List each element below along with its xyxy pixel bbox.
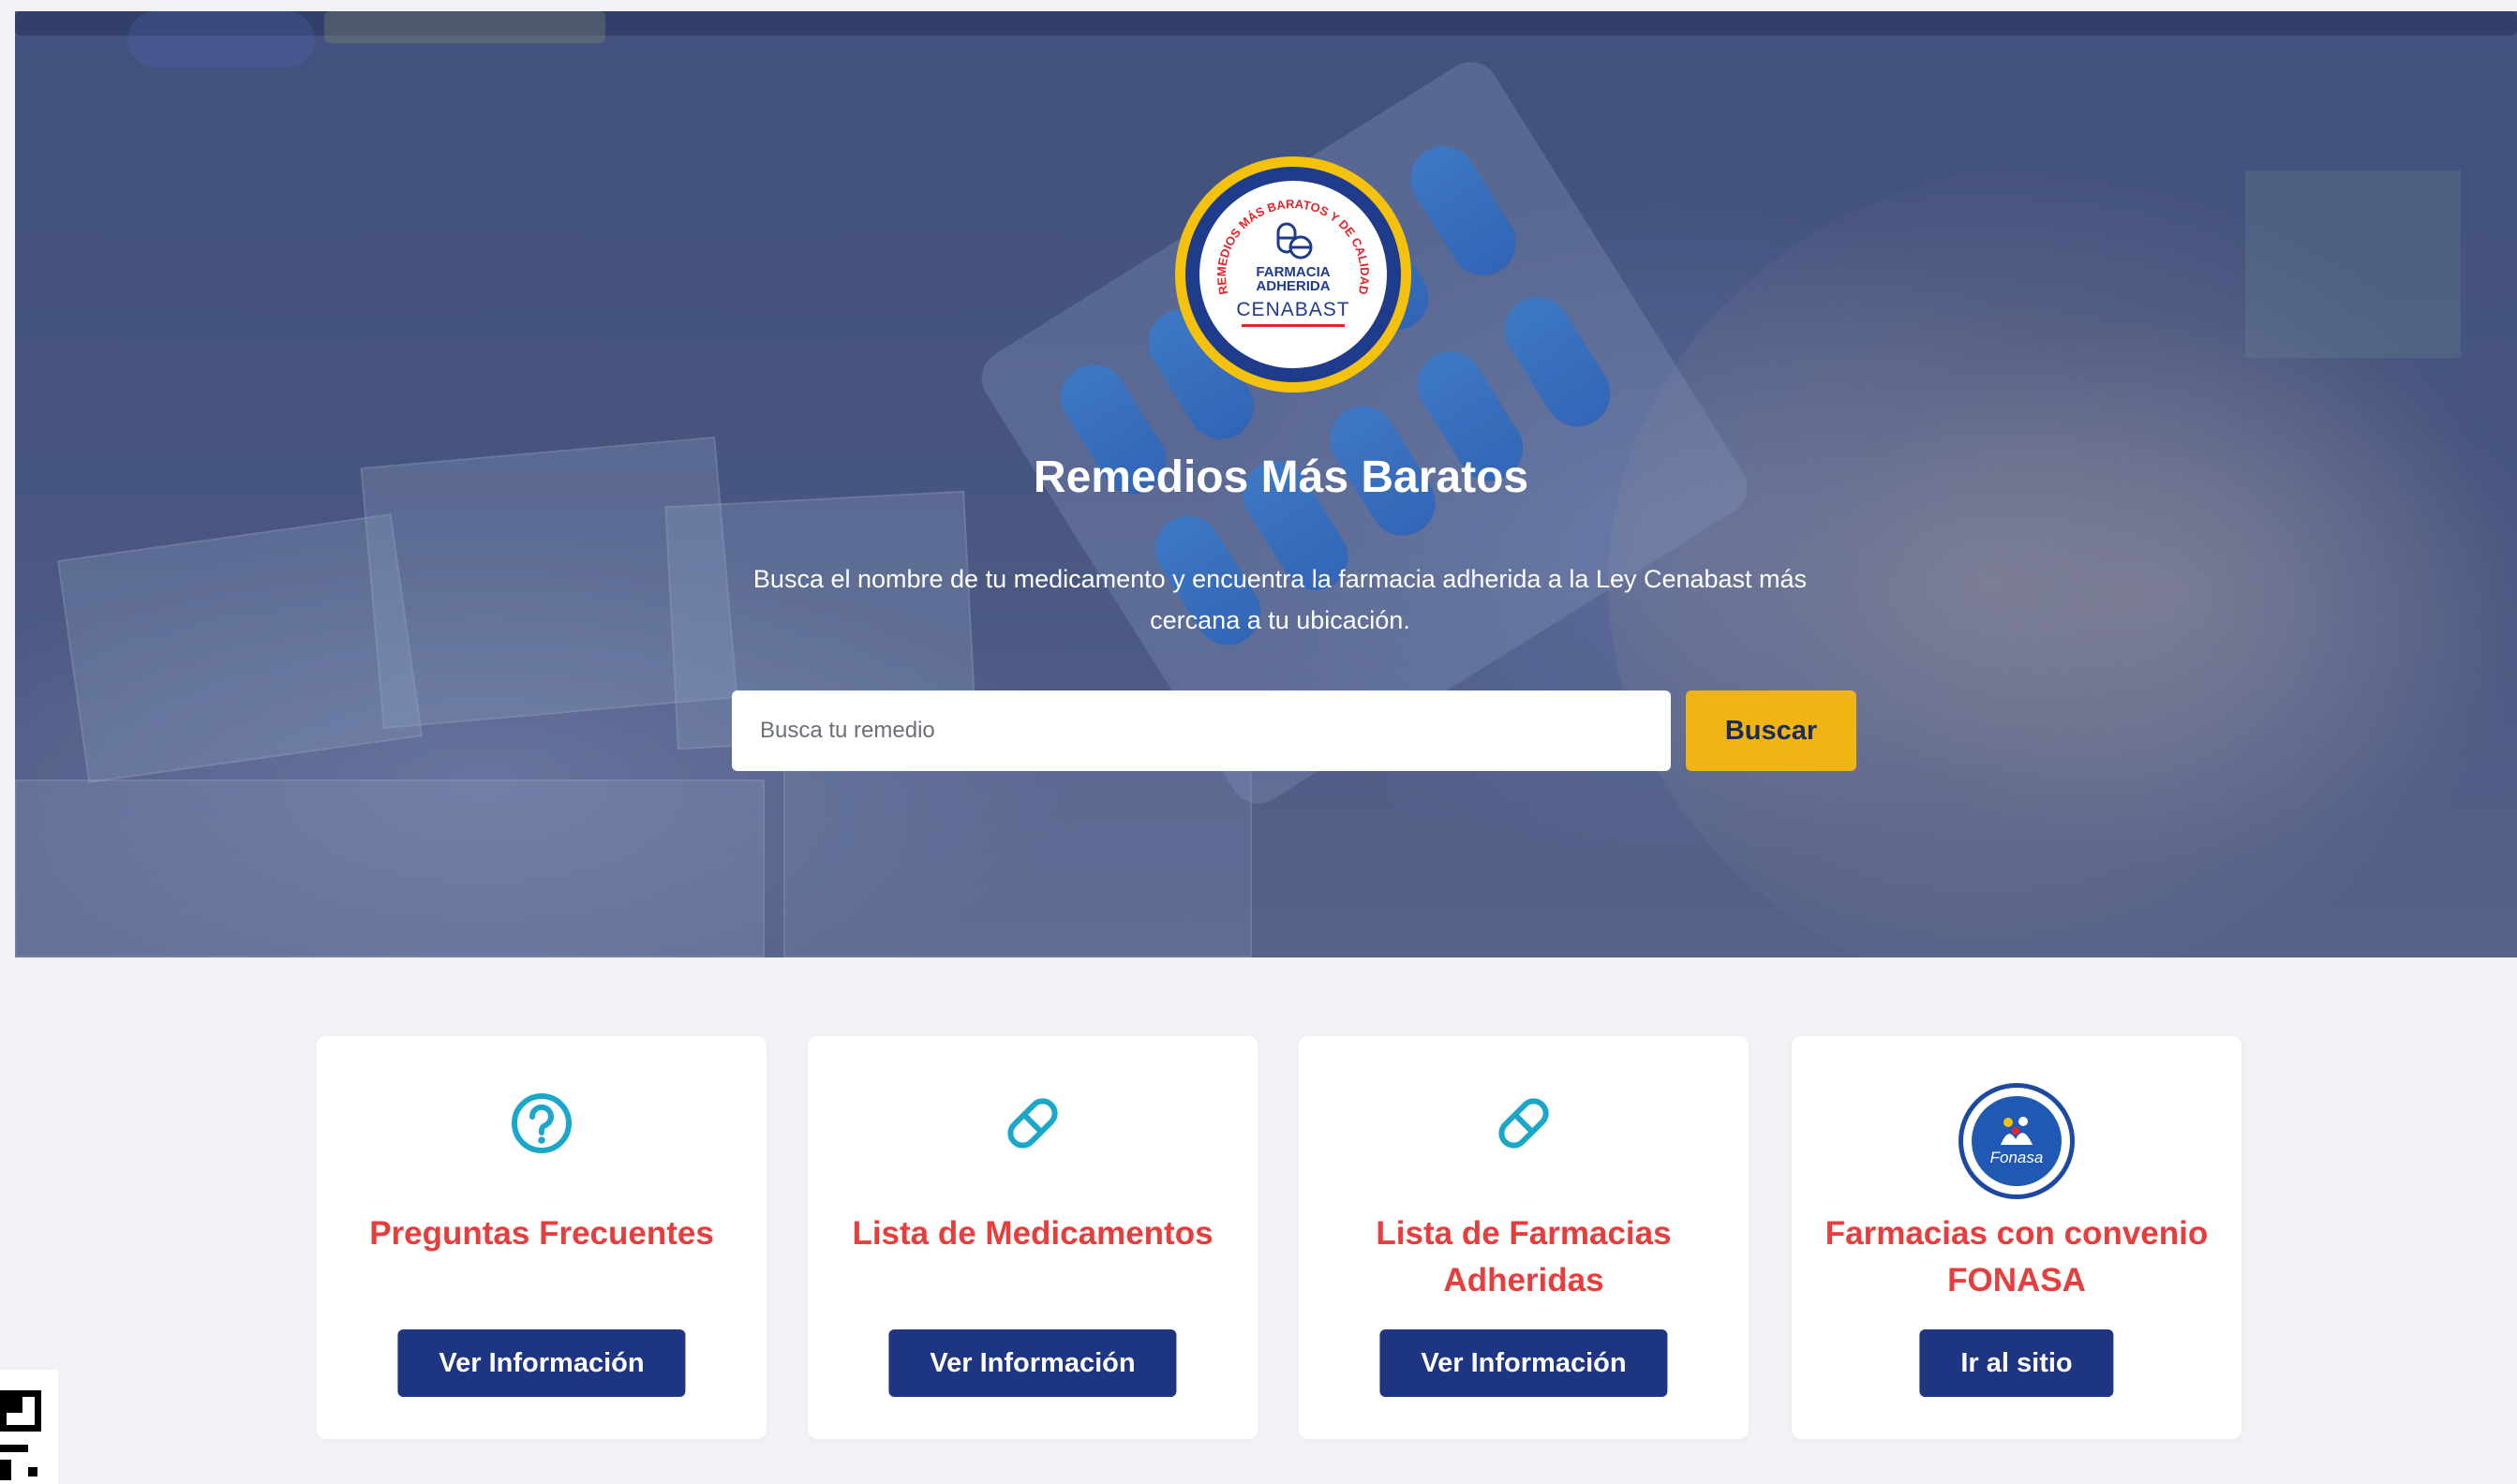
- ir-al-sitio-button[interactable]: Ir al sitio: [1919, 1329, 2114, 1397]
- qr-module: [28, 1467, 37, 1477]
- card-preguntas-frecuentes: Preguntas Frecuentes Ver Información: [317, 1036, 767, 1439]
- hero-description: Busca el nombre de tu medicamento y encu…: [752, 565, 1808, 634]
- card-icon-wrap: [317, 1091, 767, 1184]
- quick-links: Preguntas Frecuentes Ver Información Lis…: [317, 1036, 2241, 1439]
- qr-code: [0, 1370, 58, 1484]
- qr-finder-core: [6, 1396, 22, 1413]
- ver-informacion-button[interactable]: Ver Información: [1379, 1329, 1668, 1397]
- family-icon: [2001, 1117, 2033, 1145]
- logo-ring: REMEDIOS MÁS BARATOS Y DE CALIDAD FARMAC…: [1185, 167, 1401, 382]
- card-icon-wrap: Fonasa: [1792, 1083, 2241, 1199]
- qr-module: [0, 1460, 11, 1480]
- card-title: Preguntas Frecuentes: [369, 1215, 714, 1252]
- ver-informacion-button[interactable]: Ver Información: [397, 1329, 686, 1397]
- question-circle-icon: [512, 1093, 572, 1153]
- pill-icon: [1007, 1098, 1058, 1149]
- fonasa-logo-text: Fonasa: [1989, 1149, 2044, 1166]
- search-button[interactable]: Buscar: [1686, 690, 1856, 771]
- card-icon-wrap: [808, 1091, 1258, 1184]
- card-lista-farmacias: Lista de Farmacias Adheridas Ver Informa…: [1299, 1036, 1749, 1439]
- search-bar: Buscar: [732, 690, 1856, 771]
- hero-title: Remedios Más Baratos: [1033, 453, 1529, 502]
- qr-module: [0, 1445, 28, 1452]
- card-title: Lista de Medicamentos: [852, 1215, 1214, 1252]
- fonasa-logo: Fonasa: [1958, 1083, 2075, 1199]
- logo-arc-label: REMEDIOS MÁS BARATOS Y DE CALIDAD: [1214, 197, 1372, 296]
- ver-informacion-button[interactable]: Ver Información: [888, 1329, 1177, 1397]
- fonasa-logo-inner: Fonasa: [1972, 1096, 2062, 1186]
- card-farmacias-fonasa: Fonasa Farmacias con convenio FONASA Ir …: [1792, 1036, 2241, 1439]
- card-icon-wrap: [1299, 1091, 1749, 1184]
- card-lista-medicamentos: Lista de Medicamentos Ver Información: [808, 1036, 1258, 1439]
- logo-arc-text: REMEDIOS MÁS BARATOS Y DE CALIDAD: [1214, 197, 1372, 296]
- pill-icon: [1498, 1098, 1549, 1149]
- page: REMEDIOS MÁS BARATOS Y DE CALIDAD FARMAC…: [0, 0, 2517, 1484]
- card-title: Lista de Farmacias Adheridas: [1376, 1215, 1672, 1298]
- svg-text:REMEDIOS MÁS BARATOS Y DE CALI: REMEDIOS MÁS BARATOS Y DE CALIDAD: [1214, 197, 1372, 296]
- logo-inner: REMEDIOS MÁS BARATOS Y DE CALIDAD FARMAC…: [1199, 181, 1387, 368]
- hero-banner: REMEDIOS MÁS BARATOS Y DE CALIDAD FARMAC…: [15, 11, 2517, 957]
- search-input[interactable]: [732, 690, 1671, 771]
- cenabast-logo: REMEDIOS MÁS BARATOS Y DE CALIDAD FARMAC…: [1175, 156, 1411, 393]
- card-title: Farmacias con convenio FONASA: [1824, 1215, 2209, 1298]
